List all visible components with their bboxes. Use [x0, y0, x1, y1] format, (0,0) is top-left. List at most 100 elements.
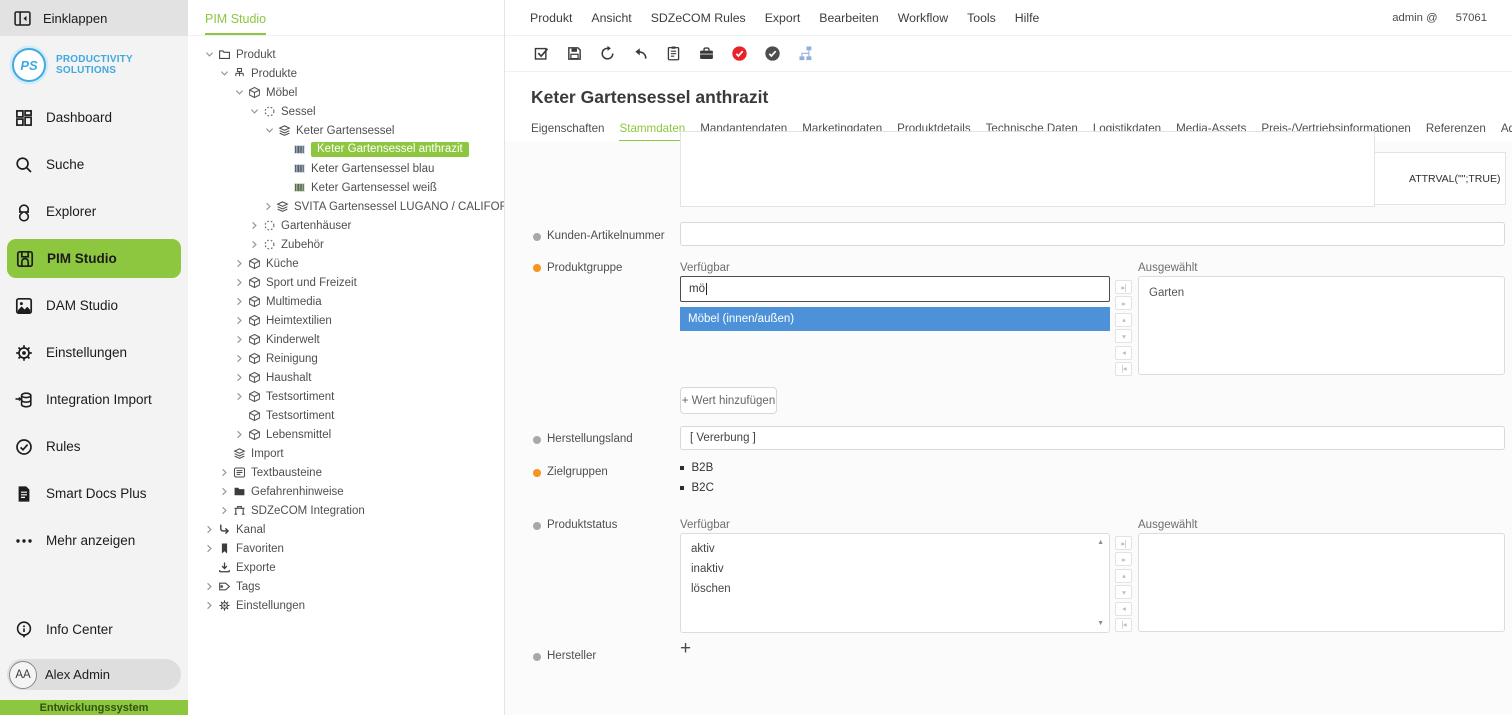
add-value-button[interactable]: + Wert hinzufügen [680, 387, 777, 414]
tree-node-tags[interactable]: Tags [188, 577, 504, 596]
chevron-down-icon[interactable] [218, 68, 231, 79]
sidebar-item-mehr-anzeigen[interactable]: Mehr anzeigen [0, 517, 188, 564]
chevron-right-icon[interactable] [218, 505, 231, 516]
toolbar-report-button[interactable] [663, 44, 683, 64]
tree-node-k-che[interactable]: Küche [188, 254, 504, 273]
menu-item-export[interactable]: Export [765, 11, 801, 25]
sidebar-item-suche[interactable]: Suche [0, 141, 188, 188]
tree-node-sessel[interactable]: Sessel [188, 102, 504, 121]
move-right-button[interactable]: ▸ [1115, 296, 1132, 310]
tab-eigenschaften[interactable]: Eigenschaften [531, 122, 604, 143]
toolbar-briefcase-button[interactable] [696, 44, 716, 64]
tree-node-exporte[interactable]: Exporte [188, 558, 504, 577]
chevron-right-icon[interactable] [233, 372, 246, 383]
sidebar-item-info-center[interactable]: Info Center [0, 606, 188, 653]
toolbar-refresh-button[interactable] [597, 44, 617, 64]
chevron-down-icon[interactable] [203, 49, 216, 60]
produktgruppe-search-input[interactable]: mö [680, 276, 1110, 302]
produktstatus-selected-list[interactable] [1138, 533, 1505, 632]
tree-node-import[interactable]: Import [188, 444, 504, 463]
sidebar-item-smart-docs-plus[interactable]: Smart Docs Plus [0, 470, 188, 517]
herstellungsland-input[interactable]: [ Vererbung ] [680, 426, 1505, 450]
tree-node-gartenh-user[interactable]: Gartenhäuser [188, 216, 504, 235]
tree-node-heimtextilien[interactable]: Heimtextilien [188, 311, 504, 330]
menu-item-tools[interactable]: Tools [967, 11, 996, 25]
chevron-right-icon[interactable] [233, 391, 246, 402]
tab-stammdaten[interactable]: Stammdaten [619, 122, 685, 143]
toolbar-save-check-button[interactable] [531, 44, 551, 64]
produktstatus-available-list[interactable]: ▲ ▼ aktivinaktivlöschen [680, 533, 1110, 633]
tree-node-produkt[interactable]: Produkt [188, 45, 504, 64]
tree-node-textbausteine[interactable]: Textbausteine [188, 463, 504, 482]
tree-node-kanal[interactable]: Kanal [188, 520, 504, 539]
user-menu[interactable]: AA Alex Admin [7, 659, 181, 690]
chevron-right-icon[interactable] [233, 258, 246, 269]
chevron-right-icon[interactable] [233, 334, 246, 345]
collapse-sidebar-button[interactable]: Einklappen [0, 0, 188, 36]
hersteller-add-button[interactable]: + [680, 640, 691, 658]
chevron-down-icon[interactable] [233, 87, 246, 98]
list-option-aktiv[interactable]: aktiv [681, 539, 1109, 559]
sidebar-item-pim-studio[interactable]: PIM Studio [7, 239, 181, 278]
tree-node-sport-und-freizeit[interactable]: Sport und Freizeit [188, 273, 504, 292]
move-down-button[interactable]: ▾ [1115, 585, 1132, 599]
sidebar-item-integration-import[interactable]: Integration Import [0, 376, 188, 423]
chevron-down-icon[interactable] [263, 125, 276, 136]
toolbar-status-red-check-button[interactable] [729, 44, 749, 64]
tree-node-haushalt[interactable]: Haushalt [188, 368, 504, 387]
formula-field[interactable] [680, 131, 1375, 207]
tree-node-svita-gartensessel-lugano-california[interactable]: SVITA Gartensessel LUGANO / CALIFORNIA [188, 197, 504, 216]
move-left-button[interactable]: ◂ [1115, 602, 1132, 616]
tree-node-sdzecom-integration[interactable]: SDZeCOM Integration [188, 501, 504, 520]
tree-node-multimedia[interactable]: Multimedia [188, 292, 504, 311]
tree-node-lebensmittel[interactable]: Lebensmittel [188, 425, 504, 444]
tree-node-favoriten[interactable]: Favoriten [188, 539, 504, 558]
scroll-down-icon[interactable]: ▼ [1097, 620, 1104, 627]
chevron-right-icon[interactable] [233, 429, 246, 440]
chevron-down-icon[interactable] [248, 106, 261, 117]
move-up-button[interactable]: ▴ [1115, 313, 1132, 327]
tree-node-produkte[interactable]: Produkte [188, 64, 504, 83]
menu-item-hilfe[interactable]: Hilfe [1015, 11, 1040, 25]
list-option-inaktiv[interactable]: inaktiv [681, 559, 1109, 579]
move-up-button[interactable]: ▴ [1115, 569, 1132, 583]
toolbar-save-button[interactable] [564, 44, 584, 64]
kunden-artikelnummer-input[interactable] [680, 222, 1505, 246]
produktgruppe-selected-list[interactable]: Garten [1138, 276, 1505, 375]
chevron-right-icon[interactable] [233, 315, 246, 326]
tree-node-keter-gartensessel[interactable]: Keter Gartensessel [188, 121, 504, 140]
move-left-button[interactable]: ◂ [1115, 346, 1132, 360]
move-all-left-button[interactable]: |◂ [1115, 362, 1132, 376]
sidebar-item-einstellungen[interactable]: Einstellungen [0, 329, 188, 376]
tree-node-keter-gartensessel-anthrazit[interactable]: Keter Gartensessel anthrazit [188, 140, 504, 159]
chevron-right-icon[interactable] [263, 201, 274, 212]
move-all-right-button[interactable]: ▸| [1115, 280, 1132, 294]
menu-item-produkt[interactable]: Produkt [530, 11, 572, 25]
tree-node-kinderwelt[interactable]: Kinderwelt [188, 330, 504, 349]
move-all-left-button[interactable]: |◂ [1115, 618, 1132, 632]
tree-node-keter-gartensessel-blau[interactable]: Keter Gartensessel blau [188, 159, 504, 178]
chevron-right-icon[interactable] [233, 296, 246, 307]
menu-item-ansicht[interactable]: Ansicht [591, 11, 631, 25]
chevron-right-icon[interactable] [203, 524, 216, 535]
chevron-right-icon[interactable] [218, 486, 231, 497]
menu-item-workflow[interactable]: Workflow [898, 11, 948, 25]
tree-node-gefahrenhinweise[interactable]: Gefahrenhinweise [188, 482, 504, 501]
tree-node-m-bel[interactable]: Möbel [188, 83, 504, 102]
chevron-right-icon[interactable] [203, 543, 216, 554]
chevron-right-icon[interactable] [248, 239, 261, 250]
scroll-up-icon[interactable]: ▲ [1097, 539, 1104, 546]
tree-node-einstellungen[interactable]: Einstellungen [188, 596, 504, 615]
chevron-right-icon[interactable] [218, 467, 231, 478]
toolbar-status-dark-check-button[interactable] [762, 44, 782, 64]
list-item[interactable]: Garten [1149, 287, 1494, 299]
toolbar-undo-button[interactable] [630, 44, 650, 64]
tree-node-zubeh-r[interactable]: Zubehör [188, 235, 504, 254]
chevron-right-icon[interactable] [248, 220, 261, 231]
sidebar-item-rules[interactable]: Rules [0, 423, 188, 470]
move-all-right-button[interactable]: ▸| [1115, 536, 1132, 550]
suggestion-item[interactable]: Möbel (innen/außen) [680, 307, 1110, 331]
chevron-right-icon[interactable] [233, 353, 246, 364]
tab-referenzen[interactable]: Referenzen [1426, 122, 1486, 143]
menu-item-bearbeiten[interactable]: Bearbeiten [819, 11, 878, 25]
